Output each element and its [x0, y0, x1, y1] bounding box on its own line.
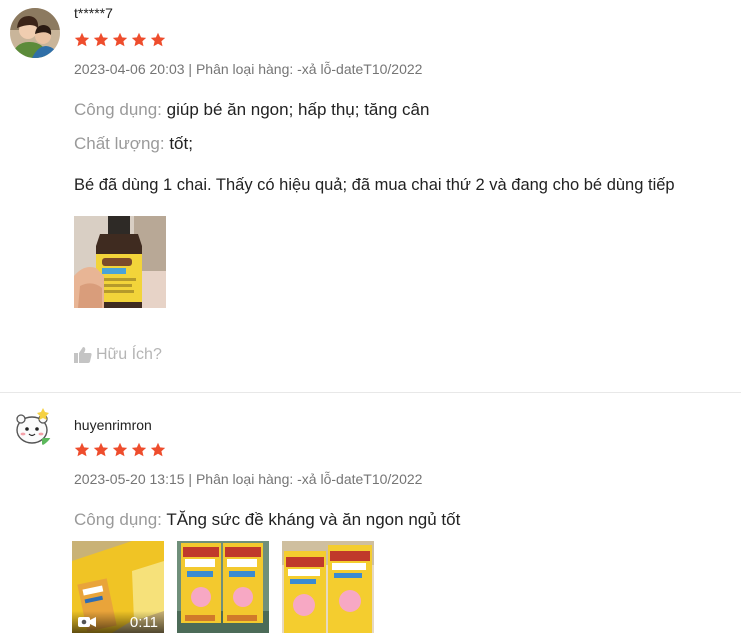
attribute-usage: Công dụng: TĂng sức đề kháng và ăn ngon …: [74, 510, 460, 530]
thumbs-up-icon: [74, 347, 92, 363]
rating-stars: [74, 32, 166, 48]
attribute-label: Công dụng:: [74, 100, 162, 119]
review-image-thumbnail[interactable]: [74, 216, 166, 308]
attribute-value: tốt;: [169, 134, 193, 153]
star-icon: [93, 442, 109, 457]
review-meta: 2023-05-20 13:15 | Phân loại hàng: -xả l…: [74, 471, 423, 487]
star-icon: [150, 32, 166, 47]
review-meta: 2023-04-06 20:03 | Phân loại hàng: -xả l…: [74, 61, 423, 77]
star-icon: [112, 442, 128, 457]
review-text: Bé đã dùng 1 chai. Thấy có hiệu quả; đã …: [74, 176, 675, 194]
attribute-label: Công dụng:: [74, 510, 162, 529]
reviewer-name: t*****7: [74, 5, 113, 21]
video-duration: 0:11: [129, 613, 158, 631]
video-overlay: 0:11: [72, 611, 164, 633]
helpful-button[interactable]: Hữu Ích?: [74, 346, 162, 364]
star-icon: [150, 442, 166, 457]
reviewer-name: huyenrimron: [74, 417, 152, 433]
star-icon: [131, 32, 147, 47]
rating-stars: [74, 442, 166, 458]
review-item: huyenrimron 2023-05-20 13:15 | Phân loại…: [0, 394, 741, 640]
user-avatar[interactable]: [10, 8, 60, 58]
star-icon: [74, 32, 90, 47]
attribute-value: TĂng sức đề kháng và ăn ngon ngủ tốt: [166, 510, 461, 529]
review-image-thumbnail[interactable]: [282, 541, 374, 633]
review-video-thumbnail[interactable]: 0:11: [72, 541, 164, 633]
helpful-label: Hữu Ích?: [96, 346, 162, 363]
product-photo-icon: [282, 541, 374, 633]
video-camera-icon: [78, 617, 96, 627]
product-photo-icon: [177, 541, 269, 633]
attribute-quality: Chất lượng: tốt;: [74, 134, 193, 154]
review-item: t*****7 2023-04-06 20:03 | Phân loại hàn…: [0, 0, 741, 393]
attribute-usage: Công dụng: giúp bé ăn ngon; hấp thụ; tăn…: [74, 100, 429, 120]
star-icon: [112, 32, 128, 47]
star-icon: [131, 442, 147, 457]
user-avatar[interactable]: [10, 404, 54, 448]
star-icon: [93, 32, 109, 47]
attribute-label: Chất lượng:: [74, 134, 165, 153]
product-photo-icon: [74, 216, 166, 308]
attribute-value: giúp bé ăn ngon; hấp thụ; tăng cân: [166, 100, 430, 119]
star-icon: [74, 442, 90, 457]
review-divider: [0, 392, 741, 393]
review-image-thumbnail[interactable]: [177, 541, 269, 633]
